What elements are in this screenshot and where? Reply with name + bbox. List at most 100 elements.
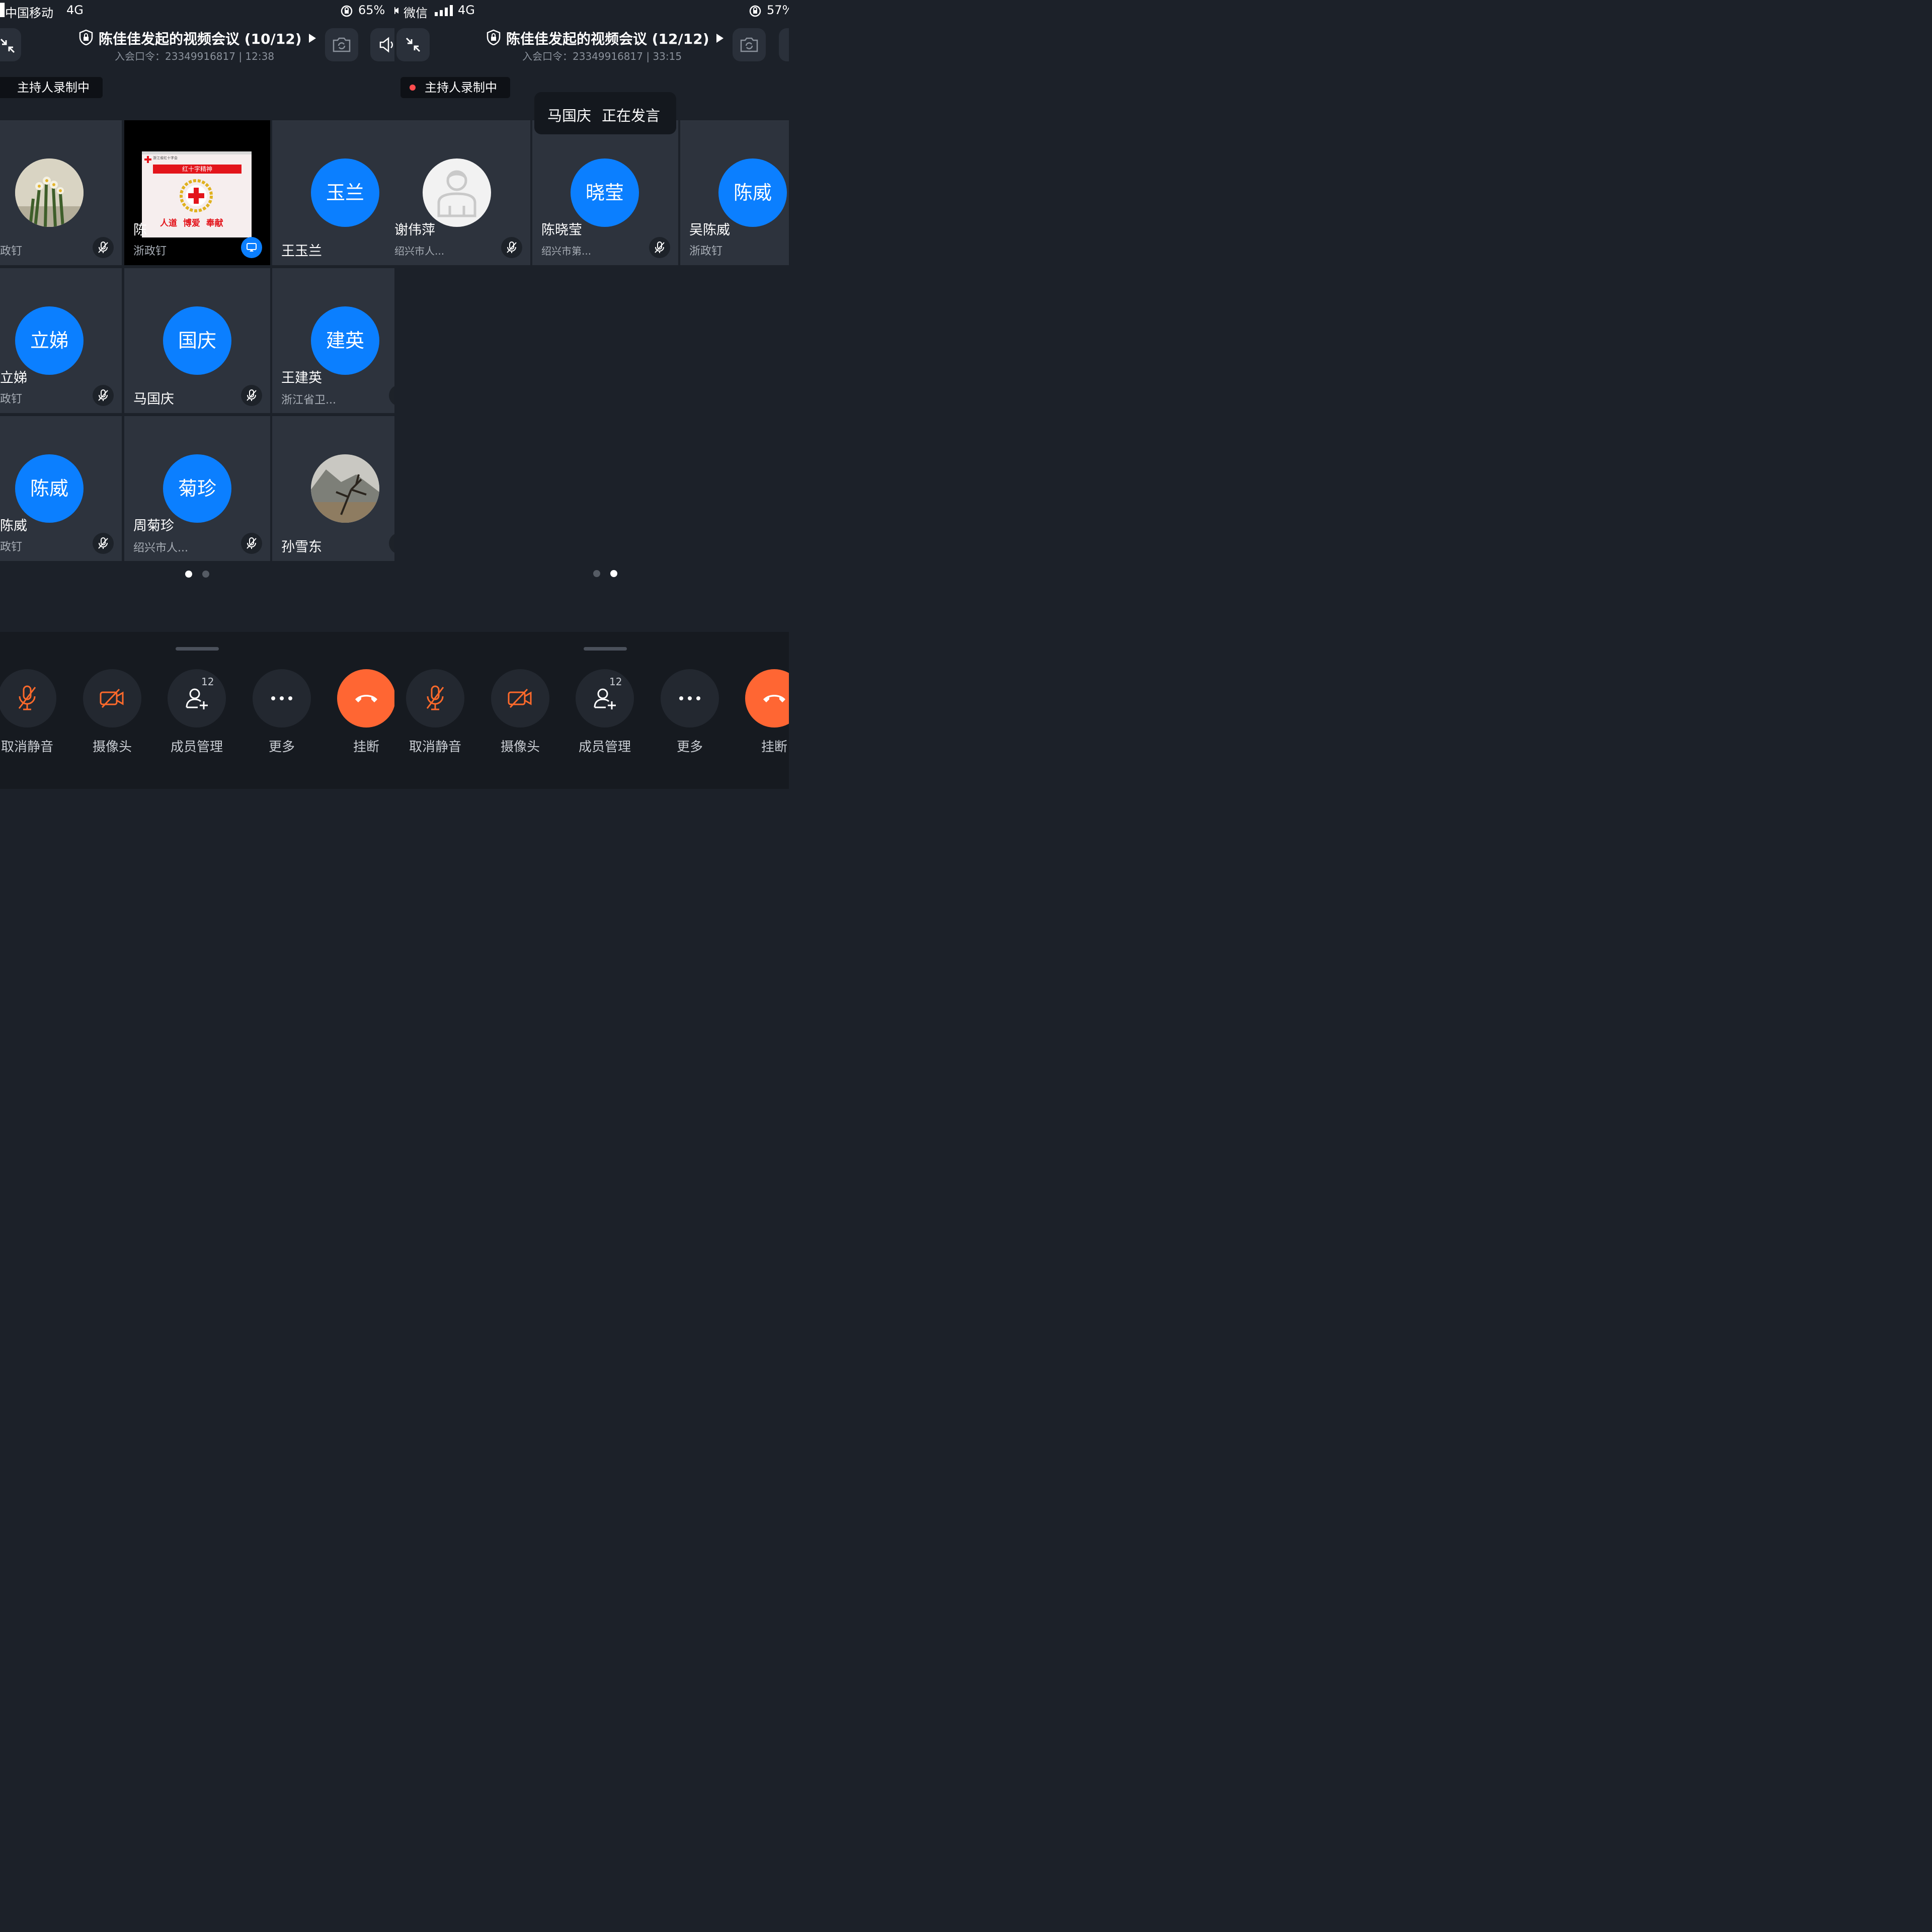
participant-tile[interactable]: 国庆 马国庆 <box>124 268 270 413</box>
status-bar: ▌ 中国移动 4G 65% <box>0 0 394 22</box>
mic-muted-indicator <box>501 237 522 258</box>
page-dot-active[interactable] <box>610 570 617 577</box>
participant-org: 绍兴市人... <box>133 542 188 554</box>
page-dot[interactable] <box>202 571 209 578</box>
recording-indicator: 主持人录制中 <box>0 77 103 98</box>
add-member-icon <box>594 688 616 709</box>
camera-off-icon <box>508 688 532 708</box>
slide-org-line: 浙江省红十字会 <box>153 156 178 160</box>
mic-muted-indicator <box>649 237 670 258</box>
play-triangle-icon[interactable] <box>308 33 317 43</box>
participant-tile[interactable]: 陈威 陈威 政钉 <box>0 416 122 561</box>
network-label: 4G <box>458 3 475 17</box>
participant-name: 马国庆 <box>133 391 174 407</box>
camera-button[interactable] <box>491 669 549 728</box>
active-speaker-toast: 马国庆 正在发言 <box>534 92 676 134</box>
hangup-button[interactable] <box>745 669 789 728</box>
unmute-button[interactable] <box>0 669 56 728</box>
mic-off-icon <box>507 242 517 253</box>
meeting-screen-right: 微信 4G 57% 陈佳佳发起的视频会议 (12/12) 入会口令：233499… <box>394 0 789 789</box>
screen-share-indicator <box>241 237 262 258</box>
drag-handle[interactable] <box>176 647 219 651</box>
meeting-title[interactable]: 陈佳佳发起的视频会议 (10/12) <box>99 28 302 48</box>
speaker-status: 正在发言 <box>602 107 661 124</box>
avatar: 菊珍 <box>163 454 231 523</box>
screen-share-tile[interactable]: 浙江省红十字会 红十字精神 人道 博爱 奉献 陈 浙政钉 <box>124 120 270 265</box>
minimize-button[interactable] <box>396 28 430 61</box>
screen-share-icon <box>247 243 257 252</box>
mic-muted-indicator <box>93 237 114 258</box>
more-button[interactable] <box>253 669 311 728</box>
participant-name: 陈晓莹 <box>541 222 582 238</box>
more-dots-icon <box>679 696 700 700</box>
network-label: 4G <box>66 3 84 17</box>
rotation-lock-icon <box>341 5 353 17</box>
participant-org: 浙政钉 <box>133 245 167 258</box>
participant-name: 周菊珍 <box>133 518 174 534</box>
camera-label: 摄像头 <box>92 740 132 755</box>
participant-tile[interactable]: 立娣 立娣 政钉 <box>0 268 122 413</box>
minimize-arrows-icon <box>0 38 15 53</box>
speaker-button[interactable] <box>370 28 394 61</box>
avatar-default <box>423 158 491 227</box>
mic-muted-indicator <box>93 533 114 554</box>
meeting-title[interactable]: 陈佳佳发起的视频会议 (12/12) <box>506 28 709 48</box>
participant-name: 立娣 <box>0 370 27 386</box>
drag-handle[interactable] <box>584 647 627 651</box>
participant-tile[interactable]: 陈威 吴陈威 浙政钉 <box>680 120 789 265</box>
participant-org: 绍兴市人... <box>394 245 445 257</box>
switch-camera-button[interactable] <box>733 28 766 61</box>
video-camera-status-icon <box>394 7 398 14</box>
mic-muted-indicator <box>93 385 114 406</box>
minimize-button[interactable] <box>0 28 21 61</box>
member-count-badge: 12 <box>609 676 622 688</box>
meeting-passcode: 入会口令：23349916817 | 33:15 <box>522 50 682 62</box>
rotation-lock-icon <box>749 5 761 17</box>
participant-tile[interactable]: 建英 王建英 浙江省卫... <box>272 268 394 413</box>
participant-tile[interactable]: 菊珍 周菊珍 绍兴市人... <box>124 416 270 561</box>
members-label: 成员管理 <box>170 740 223 755</box>
app-label: 微信 <box>404 6 428 20</box>
participant-org: 浙江省卫... <box>281 394 336 407</box>
control-bar: 取消静音 摄像头 12 成员管理 更多 挂断 <box>394 632 789 789</box>
page-dot-active[interactable] <box>185 571 192 578</box>
switch-camera-button[interactable] <box>325 28 358 61</box>
participant-tile[interactable]: 谢伟萍 绍兴市人... <box>394 120 530 265</box>
participant-name: 王玉兰 <box>281 244 322 259</box>
members-button[interactable] <box>168 669 226 728</box>
battery-label: 65% <box>358 3 385 17</box>
slide-banner: 红十字精神 <box>153 165 242 174</box>
hangup-label: 挂断 <box>353 740 379 755</box>
speaker-button[interactable] <box>779 28 789 61</box>
recording-dot-icon <box>410 85 416 91</box>
camera-button[interactable] <box>83 669 141 728</box>
avatar-photo-narcissus <box>15 158 84 227</box>
secure-shield-icon <box>487 29 501 45</box>
shared-slide: 浙江省红十字会 红十字精神 人道 博爱 奉献 <box>142 151 252 237</box>
mic-muted-indicator <box>389 385 394 406</box>
hangup-label: 挂断 <box>761 740 787 755</box>
default-user-icon <box>437 170 476 217</box>
participant-tile[interactable]: 玉兰 王玉兰 <box>272 120 394 265</box>
mic-off-icon <box>426 685 444 710</box>
participant-tile[interactable]: 晓莹 陈晓莹 绍兴市第... <box>532 120 678 265</box>
participant-tile[interactable]: 政钉 <box>0 120 122 265</box>
mic-off-icon <box>655 242 665 253</box>
participant-tile[interactable]: 孙雪东 <box>272 416 394 561</box>
mic-muted-indicator <box>241 385 262 406</box>
more-label: 更多 <box>268 740 295 755</box>
play-triangle-icon[interactable] <box>715 33 725 43</box>
landscape-photo-icon <box>311 454 379 523</box>
page-dot[interactable] <box>593 570 600 577</box>
flip-camera-icon <box>333 37 351 52</box>
avatar: 立娣 <box>15 306 84 375</box>
unmute-button[interactable] <box>406 669 464 728</box>
hangup-button[interactable] <box>337 669 394 728</box>
more-button[interactable] <box>661 669 719 728</box>
battery-label: 57% <box>767 3 789 17</box>
speaker-icon <box>379 37 393 53</box>
red-cross-logo-icon <box>144 156 151 163</box>
red-cross-emblem-icon <box>180 179 213 212</box>
mic-off-icon <box>18 685 36 710</box>
members-button[interactable] <box>576 669 634 728</box>
